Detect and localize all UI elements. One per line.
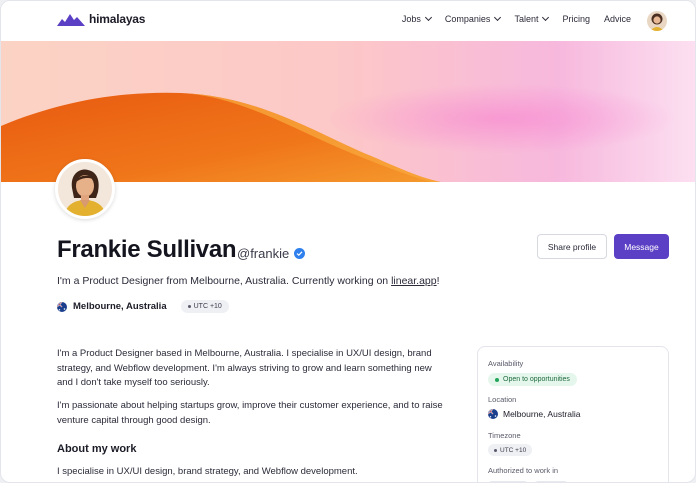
user-avatar[interactable]: [647, 11, 667, 31]
tagline-text: I'm a Product Designer from Melbourne, A…: [57, 275, 392, 287]
mountain-logo-icon: [57, 14, 85, 26]
profile-tagline: I'm a Product Designer from Melbourne, A…: [57, 275, 440, 287]
profile-avatar: [55, 159, 115, 219]
chevron-down-icon: [542, 13, 550, 22]
australia-flag-icon: [57, 301, 67, 312]
dot-icon: [187, 305, 191, 308]
timezone-label: Timezone: [488, 431, 521, 440]
availability-value: Open to opportunities: [503, 376, 570, 383]
timezone-text: UTC +10: [193, 303, 222, 310]
tagline-link[interactable]: linear.app: [391, 275, 437, 287]
handle-text: @frankie: [237, 246, 290, 261]
location-row: Melbourne, Australia UTC +10: [57, 300, 229, 313]
chevron-down-icon: [494, 13, 502, 22]
availability-label: Availability: [488, 359, 524, 368]
about-work-heading: About my work: [57, 443, 137, 455]
australia-flag-icon: [488, 409, 498, 419]
profile-banner: [1, 41, 695, 182]
browser-window: himalayas Jobs Companies Talent Pricing …: [0, 0, 696, 483]
profile-photo: [58, 162, 112, 216]
nav-pricing-label: Pricing: [562, 14, 590, 24]
timezone-badge: UTC +10: [180, 300, 229, 313]
authorized-label: Authorized to work in: [488, 466, 559, 475]
brand-logo[interactable]: himalayas: [57, 12, 145, 26]
location-text: Melbourne, Australia: [73, 301, 167, 312]
banner-image: [1, 41, 695, 182]
nav-talent-label: Talent: [514, 14, 539, 24]
nav-advice-label: Advice: [603, 14, 631, 24]
profile-name: Frankie Sullivan: [57, 236, 237, 263]
bio-paragraph-2: I'm passionate about helping startups gr…: [57, 400, 443, 426]
profile-details-card: Availability Open to opportunities Locat…: [477, 346, 669, 482]
card-timezone-value: UTC +10: [500, 446, 527, 454]
availability-badge: Open to opportunities: [488, 373, 577, 386]
brand-name: himalayas: [89, 12, 146, 26]
nav-companies-label: Companies: [444, 14, 491, 24]
dot-icon: [494, 448, 497, 452]
card-location-value: Melbourne, Australia: [503, 409, 581, 419]
bio-paragraph-1: I'm a Product Designer based in Melbourn…: [57, 348, 432, 388]
chevron-down-icon: [424, 13, 432, 22]
top-nav: himalayas Jobs Companies Talent Pricing …: [1, 1, 695, 41]
about-work-text: I specialise in UX/UI design, brand stra…: [57, 466, 358, 477]
nav-companies[interactable]: Companies: [444, 13, 502, 24]
profile-handle: @frankie: [237, 246, 306, 261]
user-avatar-image: [647, 11, 667, 31]
share-profile-button[interactable]: Share profile: [537, 234, 607, 259]
card-location: Melbourne, Australia: [488, 409, 581, 419]
nav-jobs[interactable]: Jobs: [401, 13, 432, 24]
message-button[interactable]: Message: [614, 234, 669, 259]
nav-jobs-label: Jobs: [401, 14, 421, 24]
tagline-suffix: !: [436, 275, 440, 287]
nav-advice[interactable]: Advice: [604, 14, 631, 24]
status-dot-icon: [495, 377, 499, 382]
location-label: Location: [488, 395, 517, 404]
nav-pricing[interactable]: Pricing: [562, 14, 590, 24]
verified-check-icon: [294, 248, 306, 259]
nav-talent[interactable]: Talent: [514, 13, 550, 24]
card-timezone-badge: UTC +10: [488, 444, 533, 456]
nav-links: Jobs Companies Talent Pricing Advice: [401, 13, 631, 24]
